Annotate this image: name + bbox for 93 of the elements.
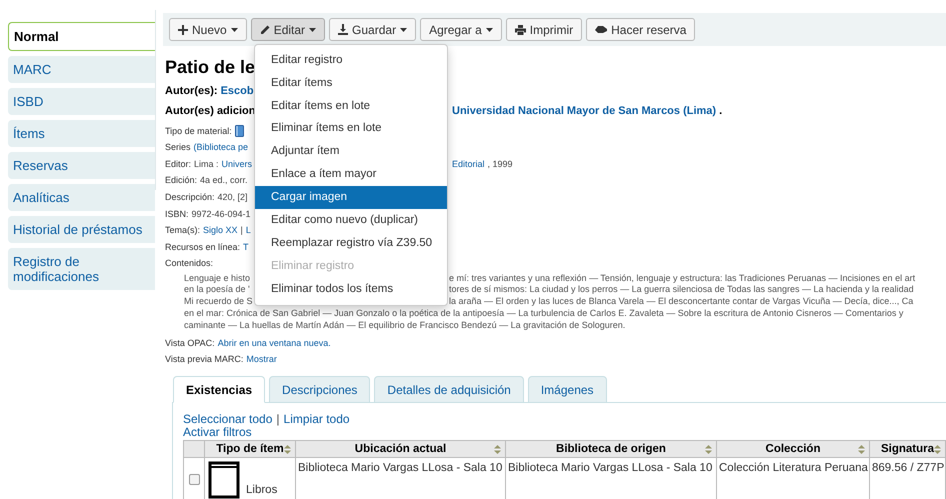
sidebar-tab[interactable]: MARC: [8, 56, 155, 83]
checkbox[interactable]: [188, 474, 200, 486]
link[interactable]: Universidad Nacional Mayor de San Marcos (Lima): [452, 102, 716, 120]
sidebar-tab[interactable]: Ítems: [8, 120, 155, 147]
record-title: Patio de le: [165, 56, 256, 79]
contents-text: e mí: tres variantes y una reflexión — Tensión, lenguaje y estructura: las Tradiciones Peruanas — Incisiones en el art: [449, 272, 916, 285]
toolbar-button[interactable]: Editar: [250, 18, 326, 41]
field-label: Tema(s):: [165, 224, 200, 238]
field-value: Lima :: [194, 158, 219, 171]
plus-icon: [178, 24, 188, 34]
field-label: Tipo de material:: [165, 124, 232, 138]
field-label: Recursos en línea:: [165, 240, 240, 254]
field-value: 9972-46-094-1: [192, 208, 251, 221]
field-label: .: [719, 104, 722, 119]
table-cell: Biblioteca Mario Vargas LLosa - Sala 10: [298, 462, 502, 474]
sort-icon: [494, 444, 501, 454]
tab[interactable]: Imágenes: [528, 376, 607, 404]
tab[interactable]: Detalles de adquisición: [374, 376, 524, 404]
contents-text: en el mar: Crónica de San Gabriel — Juan Gonzalo o la poética de la antipoesía — La turbulencia de Carlos E. Zavaleta — Sobre la escritura de Antonio Cisneros — Comentarios y: [184, 306, 904, 320]
toolbar-button[interactable]: Imprimir: [506, 18, 582, 41]
table-cell: Biblioteca Mario Vargas LLosa - Sala 10: [508, 462, 712, 474]
contents-text: en la poesía de ': [184, 284, 250, 294]
contents-text: Mi recuerdo de S: [184, 296, 253, 306]
sort-icon: [705, 444, 712, 454]
tab[interactable]: Existencias: [173, 376, 266, 404]
toolbar-button[interactable]: Hacer reserva: [586, 18, 696, 41]
link[interactable]: Limpiar todo: [284, 413, 350, 426]
table-cell-text: Libros: [246, 483, 278, 498]
contents-text: tores de sí mismos: La ciudad y los perros — La guerra silenciosa de Todas las sangres — La hacienda y la realidad: [449, 283, 914, 296]
book-icon: [234, 125, 244, 138]
link[interactable]: Editorial: [452, 158, 485, 172]
menu-item[interactable]: Enlace a ítem mayor: [255, 163, 447, 186]
table-cell: 869.56 / Z77P: [872, 462, 944, 474]
sidebar-tab[interactable]: ISBD: [8, 88, 155, 115]
field-label: Edición:: [165, 174, 198, 188]
toolbar-button[interactable]: Nuevo: [169, 18, 247, 41]
table-cell: Colección Literatura Peruana: [719, 462, 868, 474]
link[interactable]: L: [246, 224, 251, 238]
field-value: 420, [2]: [218, 190, 248, 204]
field-value: , 1999: [488, 158, 513, 171]
menu-item[interactable]: Adjuntar ítem: [255, 140, 447, 164]
link[interactable]: Abrir en una ventana nueva.: [218, 336, 331, 350]
link[interactable]: Siglo XX: [203, 224, 238, 238]
printer-icon: [514, 24, 526, 34]
menu-item[interactable]: Editar registro: [255, 49, 447, 72]
field-label: Vista OPAC:: [165, 336, 215, 350]
link[interactable]: Seleccionar todo: [183, 413, 272, 426]
field-label: Vista previa MARC:: [165, 352, 244, 366]
field-label: ISBN:: [165, 208, 189, 221]
link[interactable]: Activar filtros: [183, 426, 252, 440]
tab[interactable]: Descripciones: [269, 376, 370, 404]
sidebar-tab[interactable]: Historial de préstamos: [8, 216, 155, 243]
separator-text: |: [276, 413, 280, 426]
column-header[interactable]: Biblioteca de origen: [506, 441, 717, 458]
sort-icon: [934, 444, 941, 454]
book-icon: [208, 461, 242, 499]
column-header[interactable]: Tipo de ítem: [205, 441, 296, 458]
sidebar-tab[interactable]: Normal: [8, 22, 155, 51]
sidebar-tab[interactable]: Reservas: [8, 152, 155, 179]
sidebar-tab[interactable]: Analíticas: [8, 184, 155, 211]
link[interactable]: Univers: [222, 158, 252, 172]
menu-item[interactable]: Eliminar ítems en lote: [255, 118, 447, 141]
field-value: |: [240, 224, 243, 238]
field-label: Descripción:: [165, 190, 215, 204]
menu-item[interactable]: Editar ítems: [255, 72, 447, 95]
toolbar-button[interactable]: Guardar: [329, 18, 416, 41]
menu-item[interactable]: Cargar imagen: [255, 186, 447, 210]
link[interactable]: (Biblioteca pe: [194, 141, 248, 155]
contents-text: Lenguaje e histo: [184, 272, 250, 282]
field-label: Series: [165, 141, 191, 154]
download-icon: [338, 24, 348, 35]
link[interactable]: Mostrar: [246, 352, 277, 366]
menu-item[interactable]: Editar ítems en lote: [255, 94, 447, 118]
pencil-icon: [260, 24, 270, 34]
sort-icon: [858, 444, 865, 454]
link[interactable]: T: [243, 240, 249, 254]
column-header[interactable]: Colección: [717, 441, 870, 458]
column-header[interactable]: Ubicación actual: [296, 441, 506, 458]
column-header[interactable]: Signatura: [870, 441, 946, 458]
field-value: 4a ed., corr.: [200, 174, 248, 188]
contents-text: caminante — La huellas de Martín Adán — El equilibrio de Francisco Bendezú — La gravitación de Sologuren.: [184, 318, 626, 332]
link[interactable]: Escob: [220, 82, 254, 100]
field-label: Contenidos:: [165, 257, 214, 270]
menu-item[interactable]: Editar como nuevo (duplicar): [255, 209, 447, 232]
menu-item[interactable]: Eliminar todos los ítems: [255, 278, 447, 301]
contents-text: la araña — El orden y las luces de Blanca Varela — El desconcertante contar de Vargas Vicuña — Decía, dice..., Ca: [449, 295, 914, 308]
field-label: Autor(es):: [165, 84, 218, 99]
sidebar-tab[interactable]: Registro de modificaciones: [8, 248, 155, 290]
sort-icon: [284, 444, 291, 454]
field-label: Autor(es) adicion: [165, 104, 256, 119]
field-label: Editor:: [165, 158, 192, 171]
toolbar-button[interactable]: Agregar a: [420, 18, 502, 41]
menu-item[interactable]: Reemplazar registro vía Z39.50: [255, 232, 447, 256]
